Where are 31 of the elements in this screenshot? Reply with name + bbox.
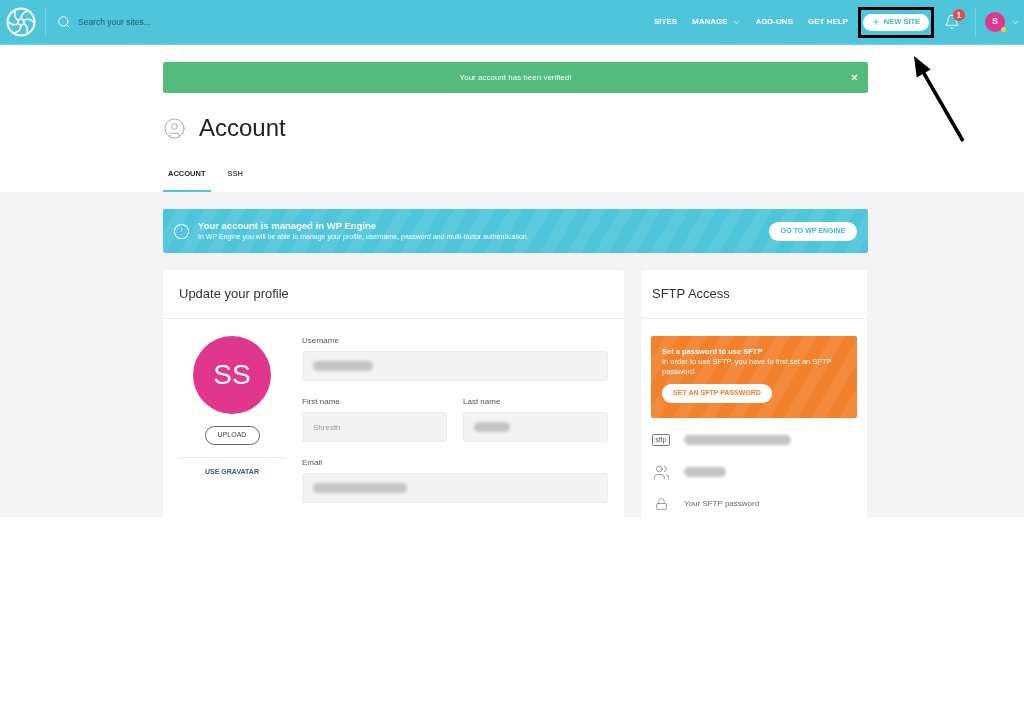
- input-field[interactable]: [302, 351, 608, 381]
- success-message: Your account has been verified!: [459, 71, 572, 84]
- input-field[interactable]: [302, 473, 608, 503]
- search-icon: [57, 15, 71, 29]
- bell-icon[interactable]: [944, 13, 960, 31]
- card-title: Update your profile: [179, 285, 289, 304]
- plus-icon: [871, 18, 880, 26]
- search-field[interactable]: Search your sites...: [78, 11, 278, 33]
- user-icon: [163, 116, 186, 140]
- nav-link[interactable]: ADD-ONS: [755, 16, 793, 28]
- nav-link[interactable]: SITES: [653, 16, 678, 28]
- field-label: First name: [302, 397, 341, 407]
- nav-link[interactable]: GET HELP: [808, 16, 848, 28]
- user-avatar[interactable]: S: [985, 12, 1005, 32]
- field-label: Last name: [463, 397, 502, 407]
- nav-link[interactable]: MANAGE: [692, 16, 741, 28]
- aperture-logo[interactable]: [6, 7, 36, 37]
- card-title: SFTP Access: [652, 285, 730, 304]
- page-title: Account: [199, 115, 286, 141]
- input-field[interactable]: [463, 412, 608, 442]
- input-field[interactable]: Shresth: [302, 412, 447, 442]
- avatar: SS: [193, 336, 271, 414]
- close-icon[interactable]: [850, 73, 859, 82]
- field-label: Email: [302, 458, 323, 468]
- lock-icon: [654, 496, 668, 512]
- notification-badge: 1: [953, 9, 965, 21]
- detail-text: Your SFTP password: [684, 498, 760, 510]
- alert-icon: [173, 222, 190, 240]
- users-icon: [652, 463, 670, 481]
- info-title: Your account is managed in WP Engine: [198, 220, 378, 232]
- field-label: Username: [302, 336, 340, 346]
